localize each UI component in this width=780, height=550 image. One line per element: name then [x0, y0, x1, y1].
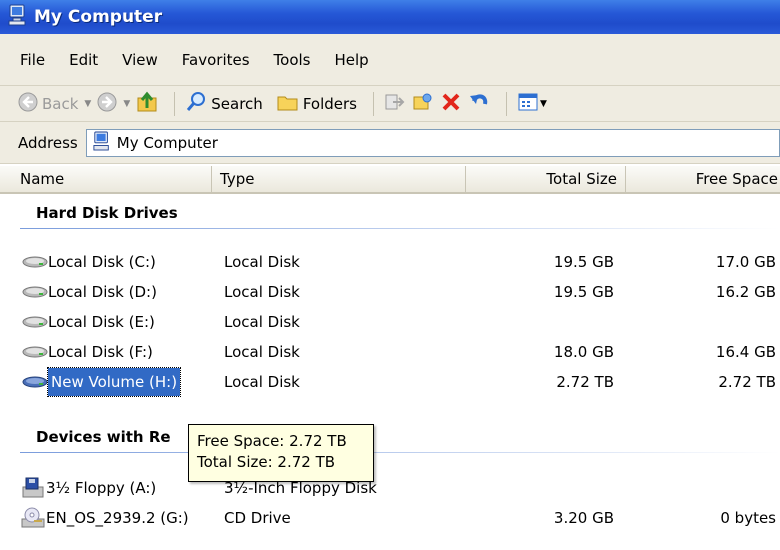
- column-header-bar: Name Type Total Size Free Space: [0, 166, 780, 194]
- drive-free-space: 17.0 GB: [715, 253, 776, 271]
- drive-row[interactable]: Local Disk (F:) Local Disk 18.0 GB 16.4 …: [0, 338, 780, 366]
- group-header-hard-disk-drives: Hard Disk Drives: [36, 204, 178, 222]
- group-divider: [20, 452, 780, 453]
- device-name: EN_OS_2939.2 (G:): [46, 509, 189, 527]
- up-folder-button[interactable]: [136, 91, 158, 117]
- delete-icon: [440, 91, 462, 117]
- hard-disk-icon: [22, 343, 48, 361]
- drive-total-size: 19.5 GB: [553, 283, 614, 301]
- toolbar: Back ▼ ▼ Search Folders ▼: [0, 86, 780, 122]
- back-button[interactable]: Back ▼: [18, 92, 91, 116]
- search-button[interactable]: Search: [185, 91, 263, 117]
- hard-disk-icon: [22, 313, 48, 331]
- drive-free-space: 16.4 GB: [715, 343, 776, 361]
- address-bar: Address My Computer: [0, 122, 780, 164]
- views-dropdown-icon[interactable]: ▼: [540, 99, 547, 109]
- device-type: CD Drive: [224, 509, 291, 527]
- forward-dropdown-icon[interactable]: ▼: [123, 99, 130, 109]
- address-label: Address: [18, 133, 78, 152]
- drive-row[interactable]: Local Disk (E:) Local Disk: [0, 308, 780, 336]
- device-row[interactable]: 3½ Floppy (A:) 3½-Inch Floppy Disk: [0, 474, 780, 502]
- device-total-size: 3.20 GB: [553, 509, 614, 527]
- menu-edit[interactable]: Edit: [69, 51, 98, 69]
- drive-free-space: 2.72 TB: [718, 373, 776, 391]
- move-to-icon: [384, 92, 406, 116]
- cd-drive-icon: [20, 507, 46, 528]
- column-header-free-space[interactable]: Free Space: [626, 166, 780, 192]
- drive-total-size: 2.72 TB: [556, 373, 614, 391]
- copy-to-icon: [412, 92, 434, 116]
- my-computer-icon: [93, 131, 111, 155]
- drive-type: Local Disk: [224, 253, 300, 271]
- drive-info-tooltip: Free Space: 2.72 TB Total Size: 2.72 TB: [188, 424, 374, 482]
- drive-name: Local Disk (E:): [48, 313, 155, 331]
- address-value: My Computer: [116, 133, 218, 152]
- delete-button[interactable]: [440, 91, 462, 117]
- drive-row-selected[interactable]: New Volume (H:) Local Disk 2.72 TB 2.72 …: [0, 367, 780, 397]
- back-label: Back: [42, 94, 79, 113]
- back-dropdown-icon[interactable]: ▼: [84, 99, 91, 109]
- drive-name: New Volume (H:): [46, 367, 182, 397]
- forward-button[interactable]: ▼: [97, 92, 130, 116]
- title-bar[interactable]: My Computer: [0, 0, 780, 34]
- move-to-button[interactable]: [384, 92, 406, 116]
- my-computer-icon: [8, 4, 28, 30]
- folders-button[interactable]: Folders: [277, 92, 357, 116]
- drive-row[interactable]: Local Disk (C:) Local Disk 19.5 GB 17.0 …: [0, 248, 780, 276]
- views-button[interactable]: ▼: [517, 92, 547, 116]
- up-folder-icon: [136, 91, 158, 117]
- copy-to-button[interactable]: [412, 92, 434, 116]
- hard-disk-icon: [22, 373, 48, 391]
- column-header-name[interactable]: Name: [12, 166, 212, 192]
- device-row[interactable]: EN_OS_2939.2 (G:) CD Drive 3.20 GB 0 byt…: [0, 504, 780, 532]
- search-icon: [185, 91, 207, 117]
- undo-icon: [468, 91, 490, 117]
- hard-disk-icon: [22, 253, 48, 271]
- folders-icon: [277, 92, 299, 116]
- menu-bar: File Edit View Favorites Tools Help: [0, 34, 780, 86]
- undo-button[interactable]: [468, 91, 490, 117]
- drive-total-size: 19.5 GB: [553, 253, 614, 271]
- floppy-drive-icon: [20, 477, 46, 498]
- drive-type: Local Disk: [224, 313, 300, 331]
- drive-type: Local Disk: [224, 343, 300, 361]
- device-free-space: 0 bytes: [720, 509, 776, 527]
- group-header-removable-devices: Devices with Re: [36, 428, 171, 446]
- toolbar-separator: [505, 91, 507, 116]
- views-icon: [517, 92, 539, 116]
- menu-view[interactable]: View: [122, 51, 158, 69]
- toolbar-separator: [174, 91, 176, 116]
- back-arrow-icon: [18, 92, 38, 116]
- menu-tools[interactable]: Tools: [274, 51, 311, 69]
- device-name: 3½ Floppy (A:): [46, 479, 157, 497]
- column-header-total-size[interactable]: Total Size: [466, 166, 626, 192]
- drive-name: Local Disk (C:): [48, 253, 156, 271]
- window-title: My Computer: [34, 7, 163, 27]
- drive-type: Local Disk: [224, 373, 300, 391]
- tooltip-total-size: Total Size: 2.72 TB: [197, 453, 336, 471]
- drive-total-size: 18.0 GB: [553, 343, 614, 361]
- toolbar-separator: [372, 91, 374, 116]
- address-field[interactable]: My Computer: [85, 128, 780, 157]
- forward-arrow-icon: [97, 92, 117, 116]
- menu-file[interactable]: File: [20, 51, 45, 69]
- tooltip-free-space: Free Space: 2.72 TB: [197, 432, 347, 450]
- group-divider: [20, 228, 780, 229]
- drive-name: Local Disk (F:): [48, 343, 153, 361]
- hard-disk-icon: [22, 283, 48, 301]
- folders-label: Folders: [302, 94, 357, 113]
- search-label: Search: [211, 94, 263, 113]
- drive-name: Local Disk (D:): [48, 283, 157, 301]
- drive-type: Local Disk: [224, 283, 300, 301]
- column-header-type[interactable]: Type: [212, 166, 466, 192]
- menu-favorites[interactable]: Favorites: [182, 51, 250, 69]
- menu-help[interactable]: Help: [335, 51, 369, 69]
- drive-row[interactable]: Local Disk (D:) Local Disk 19.5 GB 16.2 …: [0, 278, 780, 306]
- drive-free-space: 16.2 GB: [715, 283, 776, 301]
- file-list: Hard Disk Drives Local Disk (C:) Local D…: [0, 194, 780, 550]
